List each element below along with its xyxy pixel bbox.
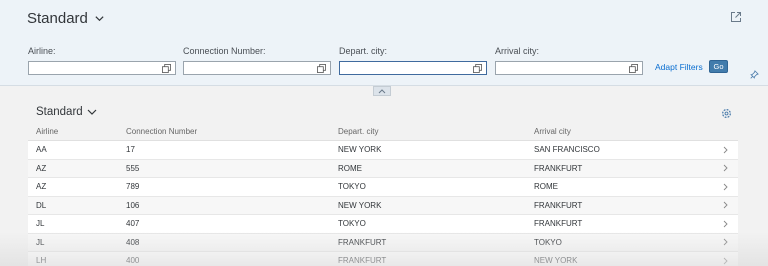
cell-connection-number: 17 xyxy=(126,145,135,155)
share-icon[interactable] xyxy=(730,11,742,23)
chevron-right-icon[interactable] xyxy=(723,238,728,246)
chevron-right-icon[interactable] xyxy=(723,183,728,191)
value-help-icon[interactable] xyxy=(317,64,326,73)
column-header-airline[interactable]: Airline xyxy=(36,123,58,140)
column-header-arrival-city[interactable]: Arrival city xyxy=(534,123,571,140)
go-button[interactable]: Go xyxy=(709,60,728,73)
table-variant-selector[interactable]: Standard xyxy=(36,106,97,118)
chevron-right-icon[interactable] xyxy=(723,201,728,209)
cell-connection-number: 789 xyxy=(126,182,140,192)
cell-airline: JL xyxy=(36,237,45,247)
cell-airline: DL xyxy=(36,200,47,210)
filter-bar-header: Standard Airline: Connection Number: Dep… xyxy=(0,0,768,86)
cell-airline: AZ xyxy=(36,163,47,173)
cell-arrival-city: FRANKFURT xyxy=(534,219,583,229)
filter-label: Depart. city: xyxy=(339,46,388,56)
value-help-icon[interactable] xyxy=(473,64,482,73)
table-row[interactable]: AZ 555 ROME FRANKFURT xyxy=(28,159,738,178)
pin-icon[interactable] xyxy=(750,70,759,79)
chevron-right-icon[interactable] xyxy=(723,146,728,154)
airline-input[interactable] xyxy=(28,61,176,75)
cell-depart-city: TOKYO xyxy=(338,182,366,192)
filter-arrival-city: Arrival city: xyxy=(495,46,643,75)
arrival-city-input[interactable] xyxy=(495,61,643,75)
cell-depart-city: FRANKFURT xyxy=(338,256,387,266)
column-header-connection-number[interactable]: Connection Number xyxy=(126,123,197,140)
cell-arrival-city: ROME xyxy=(534,182,558,192)
cell-depart-city: NEW YORK xyxy=(338,145,382,155)
cell-airline: AZ xyxy=(36,182,47,192)
table-row[interactable]: JL 407 TOKYO FRANKFURT xyxy=(28,215,738,234)
variant-title: Standard xyxy=(27,10,88,27)
cell-connection-number: 407 xyxy=(126,219,140,229)
cell-arrival-city: TOKYO xyxy=(534,237,562,247)
gear-icon[interactable] xyxy=(721,108,732,119)
cell-connection-number: 106 xyxy=(126,200,140,210)
filter-label: Arrival city: xyxy=(495,46,540,56)
cell-arrival-city: NEW YORK xyxy=(534,256,578,266)
cell-connection-number: 555 xyxy=(126,163,140,173)
table-row[interactable]: AZ 789 TOKYO ROME xyxy=(28,178,738,197)
cell-connection-number: 400 xyxy=(126,256,140,266)
cell-airline: AA xyxy=(36,145,47,155)
table-header-row: Airline Connection Number Depart. city A… xyxy=(28,123,738,141)
chevron-right-icon[interactable] xyxy=(723,220,728,228)
adapt-filters-link[interactable]: Adapt Filters xyxy=(655,62,703,72)
value-help-icon[interactable] xyxy=(162,64,171,73)
value-help-icon[interactable] xyxy=(629,64,638,73)
cell-airline: LH xyxy=(36,256,47,266)
chevron-right-icon[interactable] xyxy=(723,257,728,265)
filter-airline: Airline: xyxy=(28,46,176,75)
table-row[interactable]: AA 17 NEW YORK SAN FRANCISCO xyxy=(28,141,738,160)
collapse-header-button[interactable] xyxy=(373,86,391,96)
table-title: Standard xyxy=(36,106,83,118)
cell-arrival-city: SAN FRANCISCO xyxy=(534,145,600,155)
filter-label: Airline: xyxy=(28,46,56,56)
cell-depart-city: TOKYO xyxy=(338,219,366,229)
column-header-depart-city[interactable]: Depart. city xyxy=(338,123,378,140)
cell-connection-number: 408 xyxy=(126,237,140,247)
chevron-up-icon xyxy=(378,88,386,93)
filter-depart-city: Depart. city: xyxy=(339,46,487,75)
filter-connection-number: Connection Number: xyxy=(183,46,331,75)
table-row[interactable]: JL 408 FRANKFURT TOKYO xyxy=(28,233,738,252)
chevron-down-icon xyxy=(95,16,104,22)
cell-airline: JL xyxy=(36,219,45,229)
depart-city-input[interactable] xyxy=(339,61,487,75)
variant-selector[interactable]: Standard xyxy=(27,10,105,27)
table-row[interactable]: LH 400 FRANKFURT NEW YORK xyxy=(28,252,738,266)
cell-depart-city: ROME xyxy=(338,163,362,173)
table-body: AA 17 NEW YORK SAN FRANCISCO AZ 555 ROME… xyxy=(28,141,738,266)
filter-label: Connection Number: xyxy=(183,46,266,56)
cell-depart-city: FRANKFURT xyxy=(338,237,387,247)
cell-arrival-city: FRANKFURT xyxy=(534,163,583,173)
cell-arrival-city: FRANKFURT xyxy=(534,200,583,210)
chevron-down-icon xyxy=(87,109,97,115)
chevron-right-icon[interactable] xyxy=(723,164,728,172)
connection-number-input[interactable] xyxy=(183,61,331,75)
table-row[interactable]: DL 106 NEW YORK FRANKFURT xyxy=(28,196,738,215)
cell-depart-city: NEW YORK xyxy=(338,200,382,210)
